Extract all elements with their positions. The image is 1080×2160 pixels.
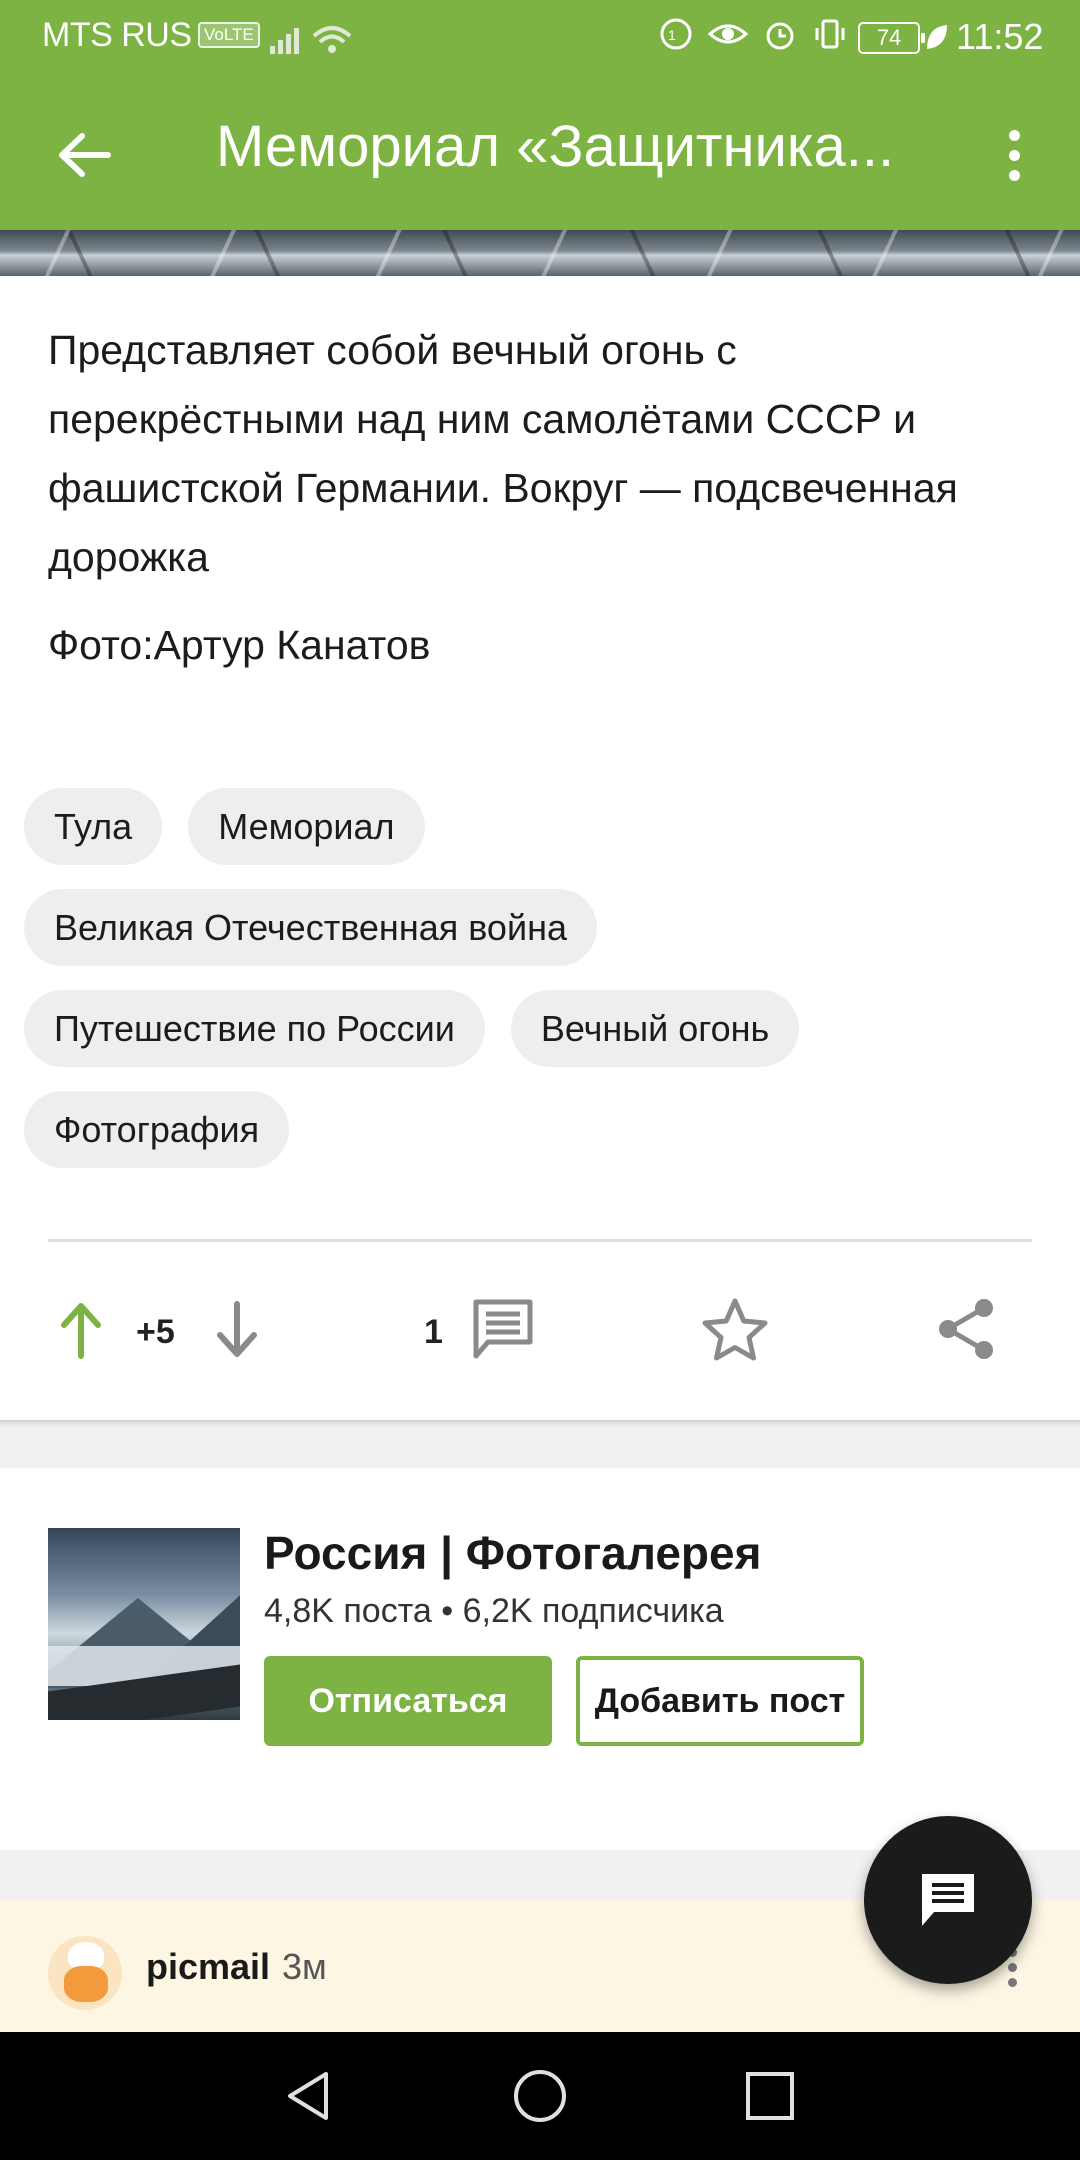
nav-recent-icon[interactable] [744,2070,796,2122]
downvote-icon[interactable] [212,1300,262,1360]
community-card: Россия | Фотогалерея 4,8K поста • 6,2K п… [0,1468,1080,1850]
community-stats: 4,8K поста • 6,2K подписчика [264,1592,724,1630]
tag-chip[interactable]: Тула [24,788,163,865]
photo-credit: Фото:Артур Канатов [48,622,431,668]
comment-username[interactable]: picmail [146,1946,270,1988]
system-nav-bar [0,2032,1080,2160]
volte-badge: VoLTE [198,22,260,48]
eye-icon [708,24,748,44]
tag-row: Тула Мемориал [24,788,1064,865]
tag-chip[interactable]: Вечный огонь [510,990,800,1067]
share-icon[interactable] [934,1296,1000,1362]
community-name[interactable]: Россия | Фотогалерея [264,1526,761,1580]
app-bar: Мемориал «Защитника... [0,75,1080,230]
write-comment-fab[interactable] [864,1816,1032,1984]
svg-text:1: 1 [668,27,676,43]
alarm-icon [766,22,794,50]
data-saver-icon: 1 [660,18,692,50]
tag-chip[interactable]: Фотография [24,1091,290,1168]
status-icons: 1 [658,16,848,52]
signal-wifi-icon [270,26,352,54]
community-thumbnail[interactable] [48,1528,240,1720]
more-options-button[interactable] [990,115,1038,195]
tag-chip[interactable]: Великая Отечественная война [24,889,597,966]
tag-row: Путешествие по России Вечный огонь [24,990,1064,1067]
top-bar: MTS RUS VoLTE 1 74 11:52 Мемориал «Защит… [0,0,1080,230]
carrier-label: MTS RUS [42,16,192,54]
post-image[interactable] [0,230,1080,276]
star-icon[interactable] [700,1296,770,1362]
chat-icon [922,1874,974,1926]
section-separator [0,1420,1080,1468]
upvote-icon[interactable] [56,1300,106,1360]
tag-row: Фотография [24,1091,1064,1168]
add-post-button[interactable]: Добавить пост [576,1656,864,1746]
status-bar: MTS RUS VoLTE 1 74 11:52 [0,0,1080,75]
comment-time: 3м [282,1946,327,1987]
nav-home-icon[interactable] [510,2066,570,2126]
post-score: +5 [136,1313,175,1351]
battery-indicator: 74 [858,22,925,54]
tag-row: Великая Отечественная война [24,889,1064,966]
nav-back-icon[interactable] [280,2068,336,2124]
page-title: Мемориал «Защитника... [216,114,895,179]
more-vert-icon [1008,129,1020,141]
back-button[interactable] [44,115,124,195]
tag-chip[interactable]: Путешествие по России [24,990,485,1067]
clock: 11:52 [956,16,1044,57]
tags-list: Тула Мемориал Великая Отечественная войн… [24,788,1064,1192]
comment-icon[interactable] [470,1296,536,1362]
divider [48,1239,1032,1242]
post-actions: +5 1 [0,1280,1080,1380]
unsubscribe-button[interactable]: Отписаться [264,1656,552,1746]
comments-count: 1 [424,1313,443,1351]
avatar[interactable] [48,1936,122,2010]
tag-chip[interactable]: Мемориал [188,788,425,865]
post-description: Представляет собой вечный огонь с перекр… [48,327,958,580]
back-arrow-icon [59,133,111,177]
leaf-icon [927,25,947,49]
vibrate-icon [815,19,845,49]
